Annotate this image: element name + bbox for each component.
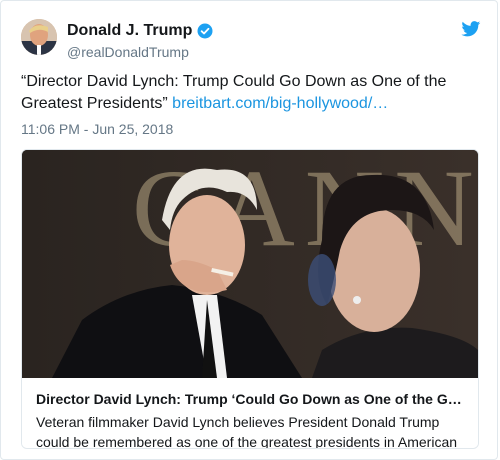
- card-title[interactable]: Director David Lynch: Trump ‘Could Go Do…: [36, 390, 466, 408]
- link-preview-card[interactable]: CANNES Director David Lynch: Trump ‘Coul…: [21, 149, 479, 449]
- tweet-link[interactable]: breitbart.com/big-hollywood/…: [172, 95, 388, 112]
- user-handle[interactable]: @realDonaldTrump: [67, 43, 213, 61]
- card-description: Veteran filmmaker David Lynch believes P…: [36, 414, 458, 449]
- author-info: Donald J. Trump @realDonaldTrump: [67, 21, 213, 61]
- tweet-text: “Director David Lynch: Trump Could Go Do…: [21, 71, 471, 115]
- card-photo: CANNES: [22, 150, 478, 378]
- avatar-image: [21, 19, 57, 55]
- tweet-card: Donald J. Trump @realDonaldTrump “Direct…: [0, 0, 498, 460]
- card-image: CANNES: [22, 150, 478, 378]
- tweet-header: Donald J. Trump @realDonaldTrump: [21, 19, 481, 63]
- twitter-bird-icon[interactable]: [461, 21, 481, 37]
- card-body: Director David Lynch: Trump ‘Could Go Do…: [22, 378, 478, 449]
- avatar[interactable]: [21, 19, 57, 55]
- tweet-timestamp[interactable]: 11:06 PM - Jun 25, 2018: [21, 120, 173, 138]
- verified-badge-icon: [197, 23, 213, 39]
- display-name[interactable]: Donald J. Trump: [67, 21, 192, 41]
